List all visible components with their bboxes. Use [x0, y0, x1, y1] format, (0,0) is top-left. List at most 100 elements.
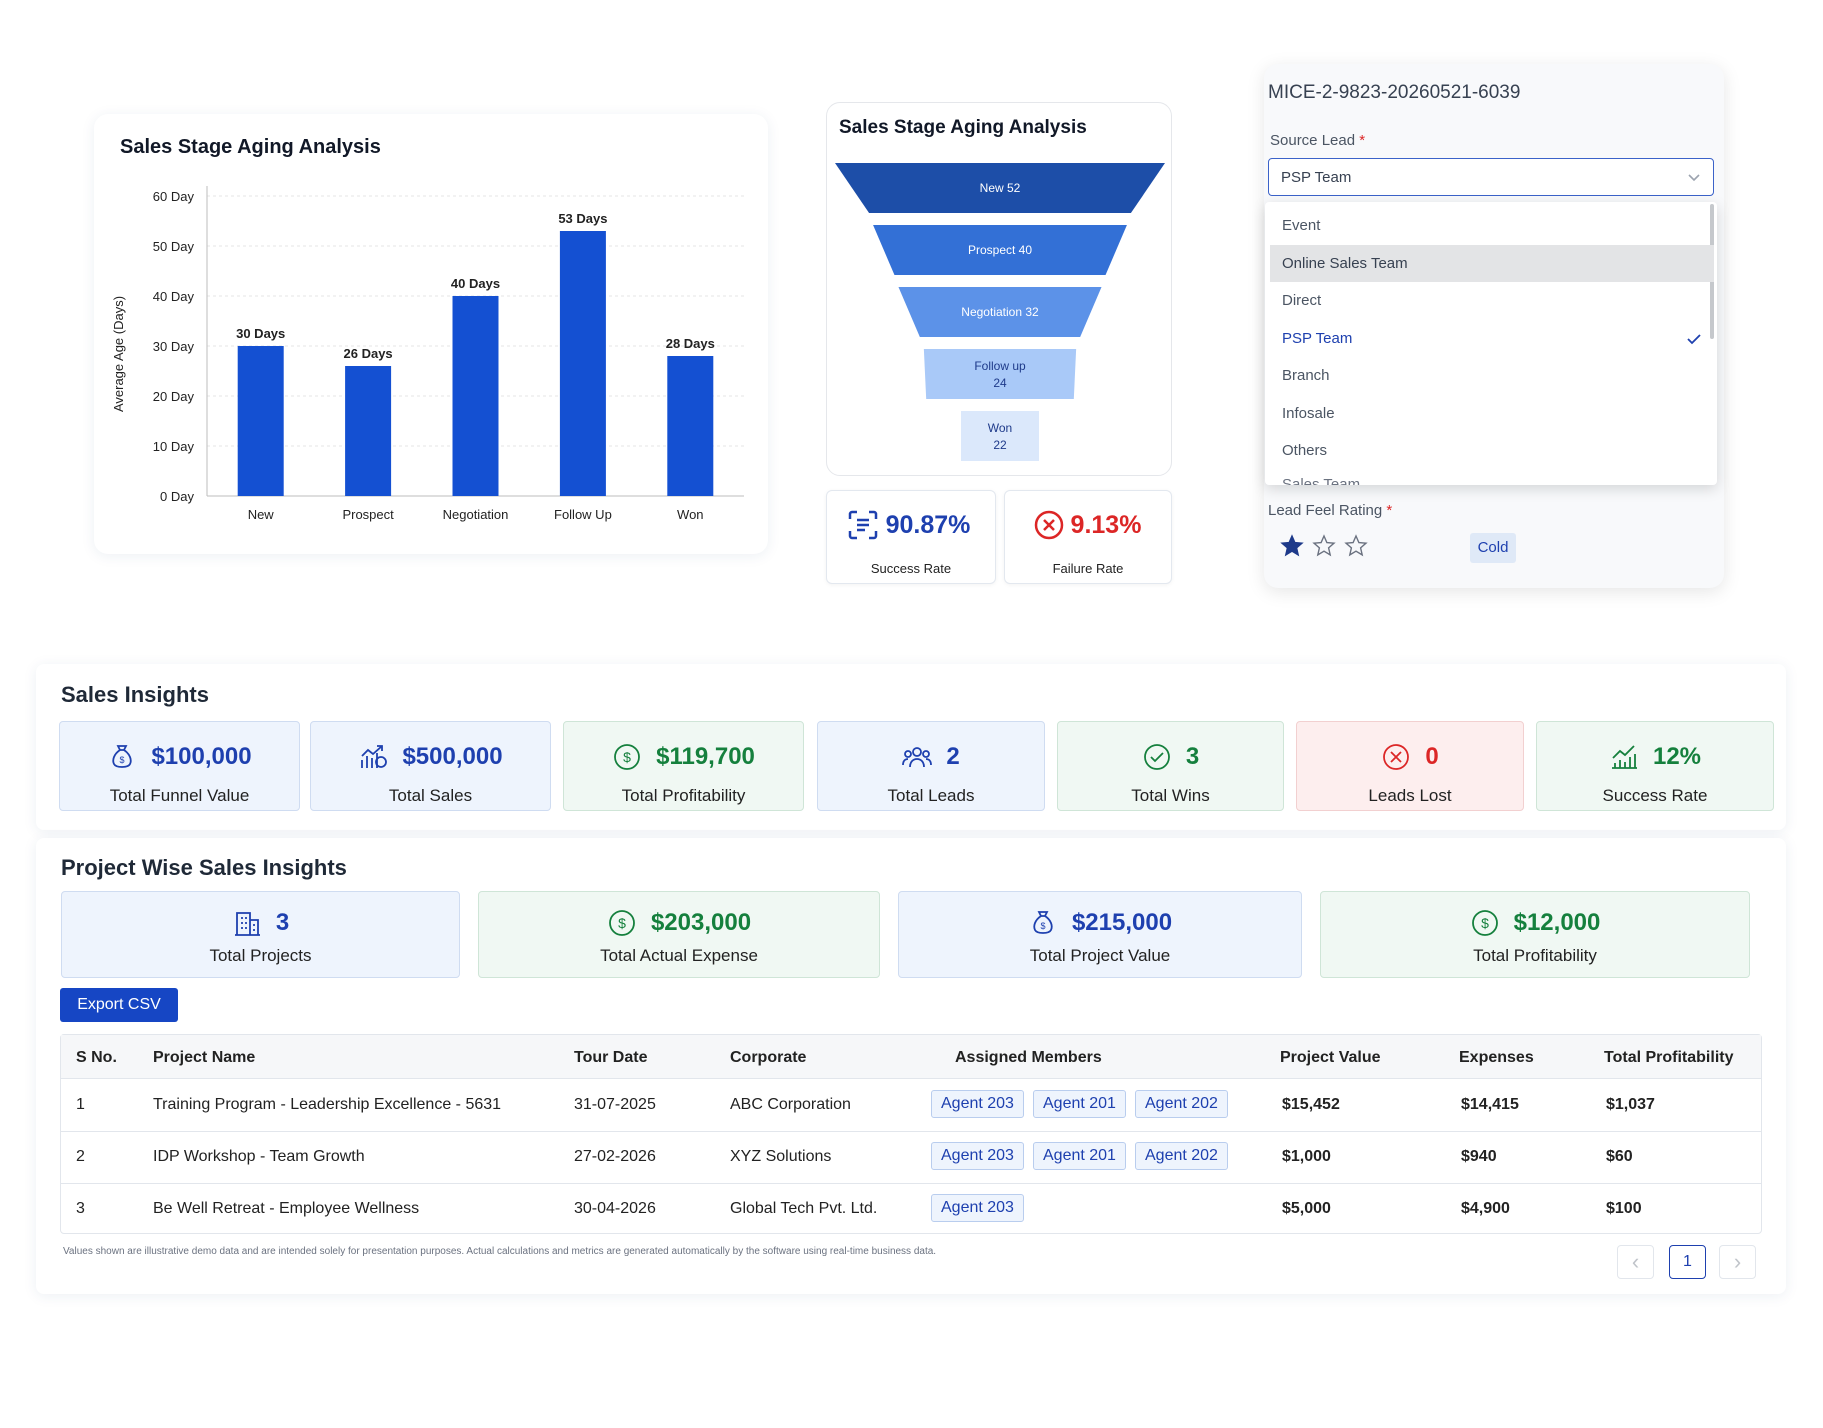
funnel-stage-label: Negotiation 32 — [961, 305, 1039, 319]
funnel-stage-label: Follow up — [974, 359, 1026, 373]
funnel-stage-value: 22 — [993, 438, 1007, 452]
y-axis-label: Average Age (Days) — [111, 296, 126, 412]
bar-data-label: 40 Days — [451, 276, 500, 291]
column-header[interactable]: Project Name — [153, 1049, 255, 1067]
pagination-next-button[interactable]: › — [1719, 1245, 1756, 1279]
kpi-label: Total Profitability — [1473, 946, 1597, 965]
disclaimer-text: Values shown are illustrative demo data … — [63, 1246, 937, 1257]
funnel-stage-value: 24 — [993, 376, 1007, 390]
member-chip[interactable]: Agent 202 — [1135, 1090, 1228, 1118]
checkmark-icon — [1687, 333, 1701, 344]
table-row[interactable]: 3 Be Well Retreat - Employee Wellness 30-0… — [61, 1183, 1761, 1235]
failure-rate-value: 9.13% — [1070, 511, 1142, 539]
kpi-total-sales: $500,000 Total Sales — [310, 721, 551, 811]
kpi-label: Total Actual Expense — [600, 946, 758, 965]
table-row[interactable]: 2 IDP Workshop - Team Growth 27-02-2026 XYZ… — [61, 1131, 1761, 1183]
bar-negotiation — [452, 296, 499, 496]
expenses: $14,415 — [1461, 1096, 1519, 1113]
kpi-success-rate: 12% Success Rate — [1536, 721, 1774, 811]
y-tick-label: 40 Day — [153, 289, 195, 304]
x-tick-label: Negotiation — [443, 507, 509, 522]
member-chip[interactable]: Agent 203 — [931, 1142, 1024, 1170]
svg-text:$: $ — [623, 749, 631, 765]
success-rate-box: 90.87% Success Rate — [826, 490, 996, 584]
kpi-value: $500,000 — [402, 743, 503, 770]
kpi-label: Total Sales — [388, 786, 473, 805]
kpi-value: $203,000 — [650, 909, 752, 936]
member-chip[interactable]: Agent 201 — [1033, 1090, 1126, 1118]
growth-chart-icon — [358, 742, 388, 772]
project-insights-title: Project Wise Sales Insights — [61, 855, 347, 880]
tour-date: 31-07-2025 — [574, 1096, 656, 1113]
kpi-value: 3 — [275, 909, 290, 936]
expenses: $940 — [1461, 1148, 1497, 1165]
kpi-label: Total Leads — [887, 786, 975, 805]
kpi-value: $100,000 — [151, 743, 252, 770]
success-rate-value: 90.87% — [885, 511, 971, 539]
svg-text:$: $ — [1040, 921, 1045, 931]
sales-insights-title: Sales Insights — [61, 682, 209, 707]
table-row[interactable]: 1 Training Program - Leadership Excellenc… — [61, 1079, 1761, 1131]
bar-prospect — [345, 366, 392, 496]
member-chip[interactable]: Agent 203 — [931, 1090, 1024, 1118]
bar-data-label: 30 Days — [236, 326, 285, 341]
member-chip[interactable]: Agent 201 — [1033, 1142, 1126, 1170]
project-name[interactable]: IDP Workshop - Team Growth — [153, 1148, 365, 1166]
temperature-badge[interactable]: Cold — [1470, 533, 1516, 563]
y-tick-label: 10 Day — [153, 439, 195, 454]
kpi-value: 12% — [1652, 743, 1702, 770]
dropdown-option-label: Online Sales Team — [1282, 254, 1408, 272]
chevron-down-icon — [1688, 174, 1700, 182]
project-name[interactable]: Be Well Retreat - Employee Wellness — [153, 1200, 419, 1218]
money-bag-icon: $ — [107, 742, 137, 772]
y-tick-label: 30 Day — [153, 339, 195, 354]
source-lead-select[interactable]: PSP Team — [1268, 158, 1714, 196]
source-lead-value: PSP Team — [1281, 169, 1352, 186]
member-chip[interactable]: Agent 202 — [1135, 1142, 1228, 1170]
rating-star-icon[interactable] — [1312, 534, 1336, 558]
pagination-prev-button[interactable]: ‹ — [1617, 1245, 1654, 1279]
kpi-label: Total Projects — [209, 946, 312, 965]
kpi-total-wins: 3 Total Wins — [1057, 721, 1284, 811]
column-header[interactable]: Project Value — [1280, 1049, 1381, 1067]
dropdown-option-online-sales-team[interactable]: Online Sales Team — [1270, 244, 1714, 282]
dropdown-option-branch[interactable]: Branch — [1270, 357, 1714, 394]
column-header[interactable]: Corporate — [730, 1049, 806, 1067]
dropdown-option-direct[interactable]: Direct — [1270, 282, 1714, 319]
project-name[interactable]: Training Program - Leadership Excellence… — [153, 1096, 501, 1114]
funnel-stage-label: Won — [988, 421, 1012, 435]
aging-bar-chart-card: Sales Stage Aging Analysis 0 Day 10 Day 20… — [94, 114, 768, 554]
x-tick-label: Won — [677, 507, 704, 522]
column-header[interactable]: S No. — [76, 1049, 117, 1067]
projects-table: S No. Project Name Tour Date Corporate Assig… — [60, 1034, 1762, 1234]
y-tick-label: 50 Day — [153, 239, 195, 254]
export-csv-button[interactable]: Export CSV — [60, 988, 178, 1022]
column-header[interactable]: Tour Date — [574, 1049, 647, 1067]
dropdown-option-infosale[interactable]: Infosale — [1270, 395, 1714, 432]
dropdown-option-others[interactable]: Others — [1270, 432, 1714, 469]
project-kpi-total-projects: 3 Total Projects — [61, 891, 460, 978]
project-kpi-total-profitability: $ $12,000 Total Profitability — [1320, 891, 1750, 978]
row-sno: 1 — [76, 1096, 85, 1113]
dollar-circle-icon: $ — [612, 742, 642, 772]
kpi-label: Total Funnel Value — [109, 786, 250, 805]
y-tick-label: 0 Day — [160, 489, 194, 504]
row-sno: 3 — [76, 1200, 85, 1217]
dropdown-option-label: Event — [1282, 217, 1321, 234]
column-header[interactable]: Total Profitability — [1604, 1049, 1733, 1067]
dropdown-option-psp-team[interactable]: PSP Team — [1270, 320, 1714, 357]
rating-star-icon[interactable] — [1344, 534, 1368, 558]
column-header[interactable]: Expenses — [1459, 1049, 1534, 1067]
kpi-value: 3 — [1185, 743, 1200, 770]
corporate: XYZ Solutions — [730, 1148, 832, 1165]
dropdown-option-event[interactable]: Event — [1270, 207, 1714, 244]
funnel-card: Sales Stage Aging Analysis New 52 Prospec… — [826, 102, 1172, 476]
dollar-circle-icon: $ — [607, 908, 637, 938]
member-chip[interactable]: Agent 203 — [931, 1194, 1024, 1222]
rating-star-icon[interactable] — [1280, 534, 1304, 558]
pagination-page-1[interactable]: 1 — [1669, 1245, 1706, 1279]
kpi-value: $12,000 — [1513, 909, 1601, 936]
column-header[interactable]: Assigned Members — [955, 1049, 1102, 1067]
lead-id: MICE-2-9823-20260521-6039 — [1268, 82, 1521, 103]
failure-rate-label: Failure Rate — [1052, 561, 1124, 576]
